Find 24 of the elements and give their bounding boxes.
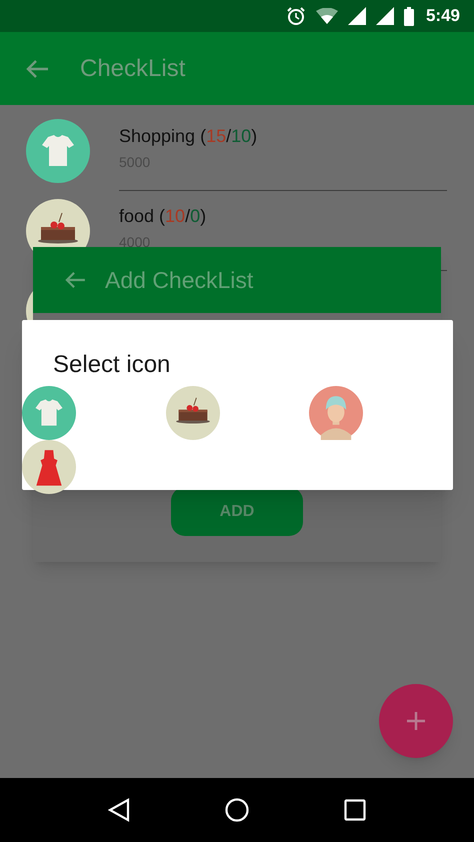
checklist-title: Shopping (15/10)	[119, 125, 258, 148]
icon-option[interactable]	[22, 440, 76, 494]
plus-icon	[406, 711, 426, 731]
recents-icon[interactable]	[344, 799, 366, 821]
alarm-icon	[286, 6, 306, 26]
battery-icon	[404, 6, 414, 26]
dialog-title: Select icon	[53, 350, 170, 380]
icon-option[interactable]	[166, 386, 220, 440]
back-arrow-icon	[25, 58, 49, 78]
app-title: CheckList	[80, 54, 186, 84]
signal-icon	[376, 7, 394, 25]
card-title: Add CheckList	[105, 266, 254, 295]
shirt-icon	[26, 119, 90, 183]
signal-icon	[348, 7, 366, 25]
checklist-title: food (10/0)	[119, 205, 208, 228]
person-icon	[309, 386, 364, 440]
back-arrow-icon	[64, 271, 86, 289]
dress-icon	[22, 440, 76, 494]
shirt-icon	[22, 386, 76, 440]
cake-icon	[166, 386, 220, 440]
wifi-icon	[316, 8, 338, 24]
home-icon[interactable]	[224, 798, 249, 822]
back-icon[interactable]	[108, 798, 130, 822]
clock-time: 5:49	[426, 5, 460, 28]
